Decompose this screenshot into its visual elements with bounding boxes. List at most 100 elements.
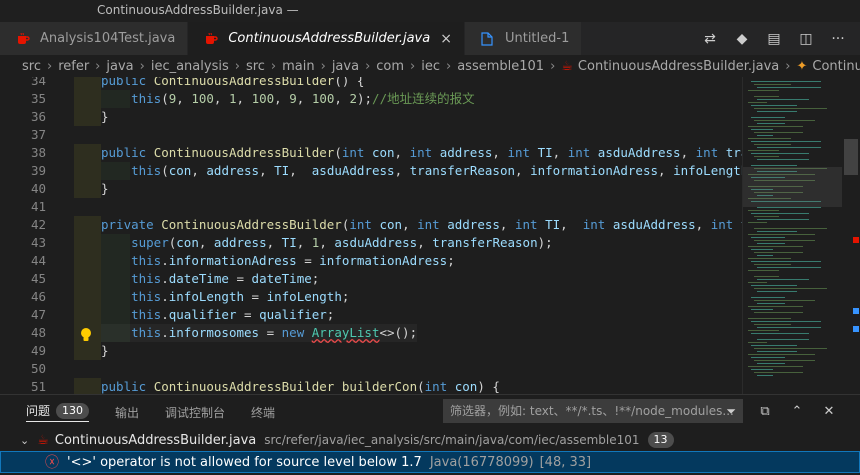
minimap-line bbox=[751, 333, 809, 334]
minimap-line bbox=[754, 348, 827, 349]
breadcrumb-item[interactable]: iec_analysis bbox=[151, 59, 229, 74]
indent-guide bbox=[74, 162, 101, 180]
minimap[interactable] bbox=[742, 77, 843, 394]
preview-icon[interactable]: ▤ bbox=[760, 27, 788, 51]
minimap-line bbox=[754, 96, 779, 97]
minimap-line bbox=[751, 129, 773, 130]
code-editor[interactable]: 34 35 36 37 38 39 40 41 42 43 44 45 46 47 48 49 50 51 pub… bbox=[0, 77, 860, 394]
minimap-line bbox=[757, 303, 785, 304]
line-number: 36 bbox=[30, 109, 46, 124]
minimap-line bbox=[748, 330, 779, 331]
line-number: 37 bbox=[30, 127, 46, 142]
code-line[interactable]: super(con, address, TI, 1, asduAddress, … bbox=[101, 234, 553, 252]
more-actions-icon[interactable]: ··· bbox=[824, 27, 852, 51]
code-line[interactable]: } bbox=[101, 108, 109, 126]
code-line[interactable]: this.qualifier = qualifier; bbox=[101, 306, 334, 324]
code-line[interactable]: this.informationAdress = informationAdre… bbox=[101, 252, 455, 270]
minimap-line bbox=[748, 342, 767, 343]
line-number: 50 bbox=[30, 361, 46, 376]
collapse-all-icon[interactable]: ⧉ bbox=[754, 401, 776, 421]
line-number: 38 bbox=[30, 145, 46, 160]
minimap-line bbox=[754, 144, 791, 145]
minimap-line bbox=[754, 360, 815, 361]
problem-message: '<>' operator is not allowed for source … bbox=[67, 454, 422, 470]
minimap-line bbox=[757, 207, 821, 208]
code-line[interactable]: public ContinuousAddressBuilder(int con,… bbox=[101, 144, 742, 162]
close-panel-icon[interactable]: ✕ bbox=[818, 401, 840, 421]
breadcrumb-item[interactable]: java bbox=[106, 59, 133, 74]
class-icon: ✦ bbox=[796, 58, 808, 74]
close-icon[interactable]: × bbox=[440, 31, 452, 47]
lightbulb-icon[interactable] bbox=[79, 327, 93, 343]
minimap-line bbox=[751, 81, 821, 82]
breadcrumb-item[interactable]: assemble101 bbox=[457, 59, 544, 74]
code-line[interactable]: } bbox=[101, 180, 109, 198]
indent-guide bbox=[74, 234, 101, 252]
tab-continuousaddressbuilder[interactable]: ContinuousAddressBuilder.java × bbox=[188, 22, 465, 55]
indent-guide bbox=[74, 342, 101, 360]
code-line[interactable]: this.dateTime = dateTime; bbox=[101, 270, 319, 288]
code-line[interactable]: public ContinuousAddressBuilder builderC… bbox=[101, 378, 500, 394]
window-title: ContinuousAddressBuilder.java — bbox=[0, 0, 860, 22]
panel-tabs: 问题 130 输出 调试控制台 终端 bbox=[0, 401, 275, 423]
code-line[interactable]: this.informosomes = new ArrayList<>(); bbox=[101, 324, 418, 342]
breadcrumb-item[interactable]: ContinuousAddressBuilder.java bbox=[578, 59, 779, 74]
minimap-line bbox=[748, 258, 791, 259]
maximize-panel-icon[interactable]: ⌃ bbox=[786, 401, 808, 421]
minimap-line bbox=[751, 117, 785, 118]
breadcrumb-item[interactable]: refer bbox=[58, 59, 89, 74]
split-editor-icon[interactable]: ◫ bbox=[792, 27, 820, 51]
tab-problems[interactable]: 问题 130 bbox=[26, 402, 90, 422]
breadcrumb-item[interactable]: main bbox=[282, 59, 314, 74]
minimap-line bbox=[754, 372, 803, 373]
minimap-line bbox=[748, 366, 803, 367]
code-line[interactable]: } bbox=[101, 342, 109, 360]
tab-label: Analysis104Test.java bbox=[40, 31, 176, 46]
git-diamond-icon[interactable]: ◆ bbox=[728, 27, 756, 51]
filter-icon[interactable]: ⏷ bbox=[726, 400, 736, 422]
problem-file-row[interactable]: ⌄ ☕ ContinuousAddressBuilder.java src/re… bbox=[0, 429, 860, 451]
tab-terminal[interactable]: 终端 bbox=[251, 404, 275, 421]
problems-filter-input[interactable]: 筛选器，例如: text、**/*.ts、!**/node_modules...… bbox=[443, 399, 743, 423]
tab-debug-console[interactable]: 调试控制台 bbox=[165, 404, 225, 421]
tab-output[interactable]: 输出 bbox=[115, 404, 139, 421]
minimap-line bbox=[757, 363, 785, 364]
code-line[interactable]: this.infoLength = infoLength; bbox=[101, 288, 349, 306]
minimap-line bbox=[751, 321, 821, 322]
breadcrumb-item[interactable]: src bbox=[22, 59, 41, 74]
minimap-line bbox=[757, 243, 785, 244]
breadcrumb-item[interactable]: iec bbox=[421, 59, 440, 74]
vertical-scrollbar[interactable] bbox=[842, 77, 860, 394]
minimap-line bbox=[754, 252, 803, 253]
tab-analysis104test[interactable]: Analysis104Test.java bbox=[0, 22, 189, 55]
minimap-line bbox=[748, 138, 791, 139]
minimap-line bbox=[754, 108, 827, 109]
problem-row[interactable]: ⓧ '<>' operator is not allowed for sourc… bbox=[0, 451, 860, 473]
compare-changes-icon[interactable]: ⇄ bbox=[696, 27, 724, 51]
file-problem-count: 13 bbox=[647, 432, 674, 448]
indent-guide bbox=[74, 378, 101, 394]
code-line[interactable]: this(con, address, TI, asduAddress, tran… bbox=[101, 162, 742, 180]
chevron-down-icon[interactable]: ⌄ bbox=[20, 434, 29, 447]
code-line[interactable]: private ContinuousAddressBuilder(int con… bbox=[101, 216, 742, 234]
code-line[interactable]: this(9, 100, 1, 100, 9, 100, 2);//地址连续的报… bbox=[101, 90, 475, 108]
breadcrumb-item[interactable]: java bbox=[332, 59, 359, 74]
code-line[interactable]: public ContinuousAddressBuilder() { bbox=[101, 77, 364, 90]
minimap-line bbox=[748, 126, 803, 127]
code-area[interactable]: public ContinuousAddressBuilder() { this… bbox=[74, 77, 742, 394]
minimap-line bbox=[748, 234, 815, 235]
breadcrumb-item[interactable]: src bbox=[246, 59, 265, 74]
minimap-line bbox=[754, 132, 803, 133]
minimap-line bbox=[757, 255, 773, 256]
tab-untitled-1[interactable]: Untitled-1 bbox=[464, 22, 583, 55]
minimap-line bbox=[757, 99, 809, 100]
minimap-viewport[interactable] bbox=[743, 167, 843, 207]
minimap-line bbox=[757, 87, 821, 88]
breadcrumb-item[interactable]: com bbox=[376, 59, 404, 74]
problem-location: [48, 33] bbox=[539, 454, 592, 470]
minimap-line bbox=[748, 354, 815, 355]
breadcrumb-item[interactable]: ContinuousAdd bbox=[812, 59, 860, 74]
minimap-line bbox=[748, 102, 767, 103]
minimap-line bbox=[757, 123, 785, 124]
indent-guide bbox=[74, 288, 101, 306]
